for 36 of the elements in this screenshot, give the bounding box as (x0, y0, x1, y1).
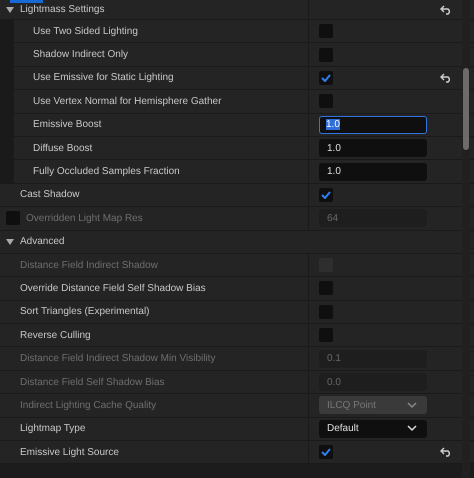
property-label: Use Emissive for Static Lighting (33, 72, 174, 84)
property-label: Fully Occluded Samples Fraction (33, 166, 180, 178)
tab-indicator (10, 0, 43, 3)
number-field[interactable]: 1.0 (319, 116, 427, 134)
property-label: Emissive Boost (33, 119, 102, 130)
reset-arrow-icon[interactable] (440, 447, 452, 458)
property-label: Sort Triangles (Experimental) (20, 306, 150, 318)
collapse-arrow-icon[interactable] (6, 238, 14, 245)
number-field[interactable]: 1.0 (319, 162, 427, 181)
property-label: Override Distance Field Self Shadow Bias (20, 282, 206, 294)
property-label: Overridden Light Map Res (26, 212, 143, 224)
checkbox[interactable] (319, 445, 333, 460)
property-label: Diffuse Boost (33, 142, 92, 154)
category-title[interactable]: Advanced (20, 236, 64, 248)
checkbox[interactable] (319, 188, 333, 202)
property-label: Use Vertex Normal for Hemisphere Gather (33, 96, 222, 107)
property-label: Distance Field Indirect Shadow (20, 260, 158, 271)
reset-arrow-icon[interactable] (440, 4, 452, 14)
property-label: Shadow Indirect Only (33, 49, 128, 60)
property-label: Reverse Culling (20, 330, 91, 341)
property-label: Distance Field Indirect Shadow Min Visibility (20, 353, 216, 364)
chevron-down-icon (407, 425, 417, 432)
property-label: Use Two Sided Lighting (33, 26, 138, 37)
dropdown[interactable]: Default (319, 420, 427, 438)
chevron-down-icon (407, 402, 417, 409)
property-label: Indirect Lighting Cache Quality (20, 400, 156, 411)
section-title[interactable]: Lightmass Settings (20, 4, 104, 15)
checkbox[interactable] (319, 70, 333, 85)
property-label: Lightmap Type (20, 423, 86, 434)
scrollbar-thumb[interactable] (463, 68, 469, 150)
property-label: Cast Shadow (20, 189, 80, 200)
reset-arrow-icon[interactable] (440, 72, 452, 83)
property-label: Distance Field Self Shadow Bias (20, 376, 165, 388)
collapse-arrow-icon[interactable] (6, 6, 14, 12)
property-label: Emissive Light Source (20, 446, 119, 458)
number-field[interactable]: 1.0 (319, 139, 427, 158)
